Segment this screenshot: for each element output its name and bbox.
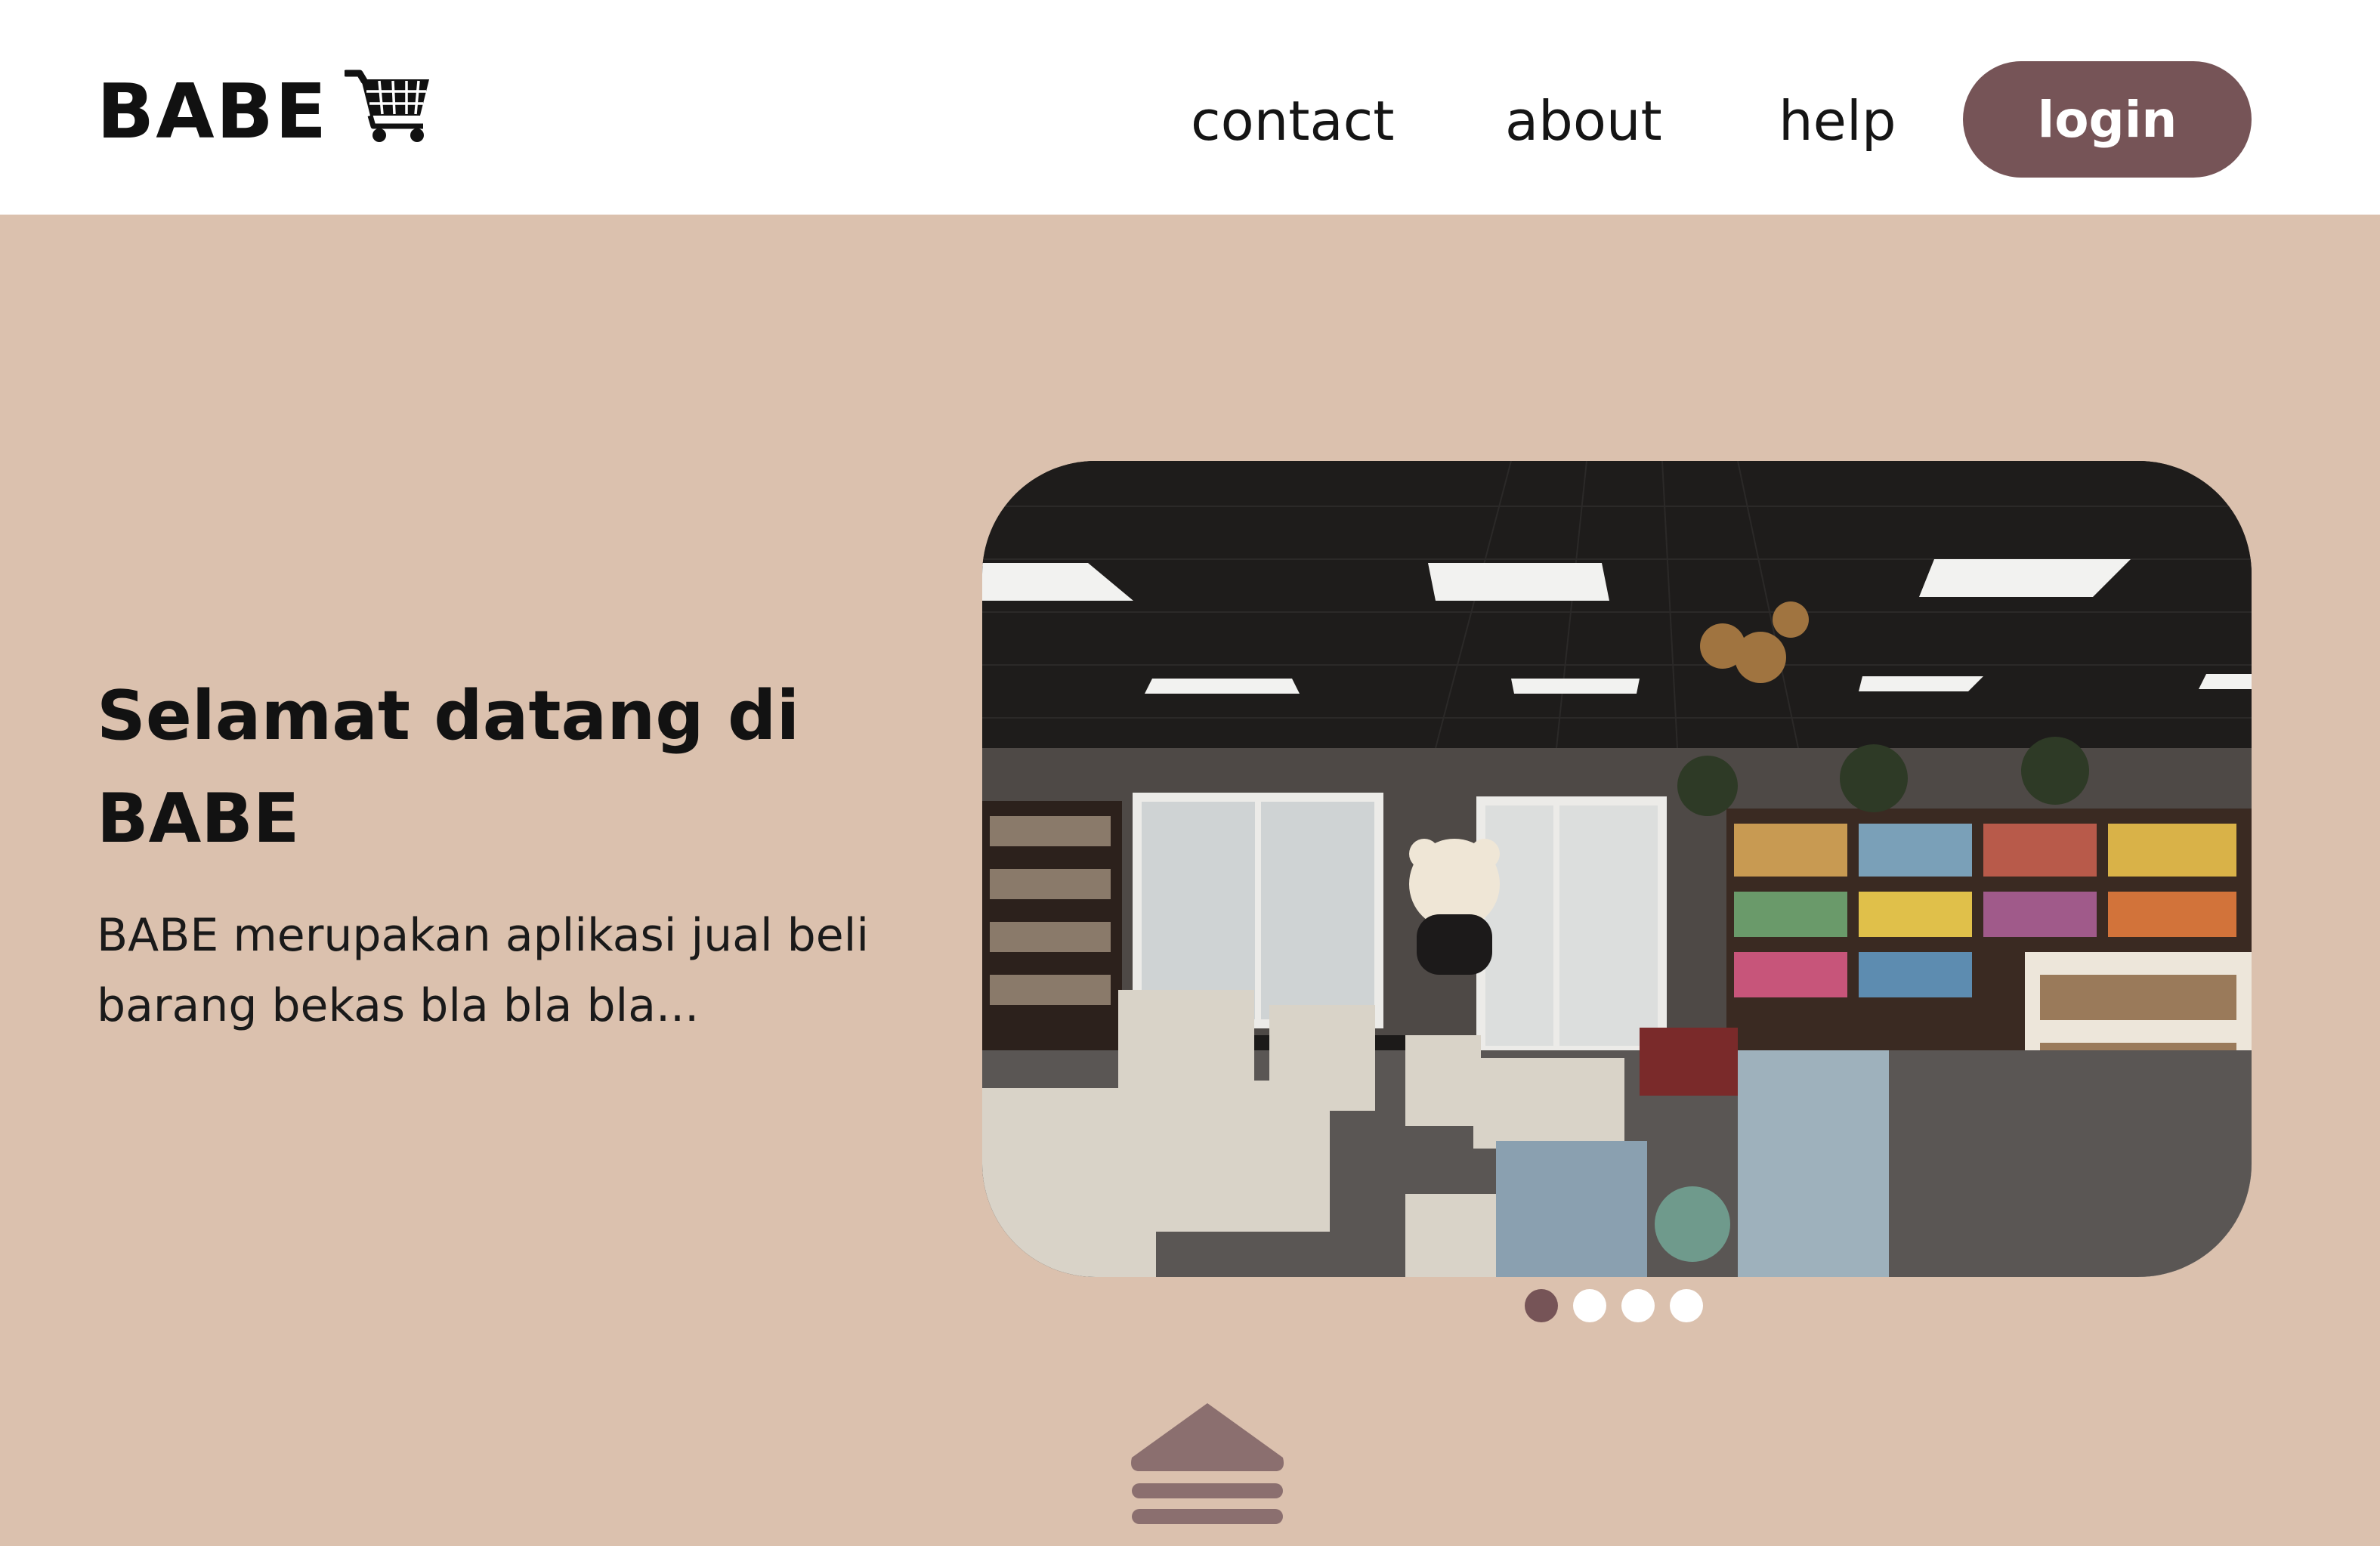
carousel-dot-1[interactable]	[1525, 1289, 1558, 1322]
hero-title: Selamat datang di BABE	[97, 676, 800, 858]
nav-help-link[interactable]: help	[1779, 83, 1896, 159]
carousel-indicators	[1525, 1289, 1703, 1322]
scroll-up-icon[interactable]	[1126, 1402, 1289, 1527]
login-button[interactable]: login	[1963, 61, 2252, 178]
carousel-dot-3[interactable]	[1621, 1289, 1655, 1322]
carousel-dot-4[interactable]	[1670, 1289, 1703, 1322]
carousel-dot-2[interactable]	[1573, 1289, 1606, 1322]
top-navbar: BABE contact about help login	[0, 0, 2380, 215]
hero-carousel[interactable]	[982, 461, 2252, 1277]
nav-about-link[interactable]: about	[1505, 83, 1662, 159]
carousel-image-bookstore	[982, 461, 2252, 1277]
nav-contact-link[interactable]: contact	[1191, 83, 1394, 159]
hero-description: BABE merupakan aplikasi jual beli barang…	[97, 909, 870, 1032]
